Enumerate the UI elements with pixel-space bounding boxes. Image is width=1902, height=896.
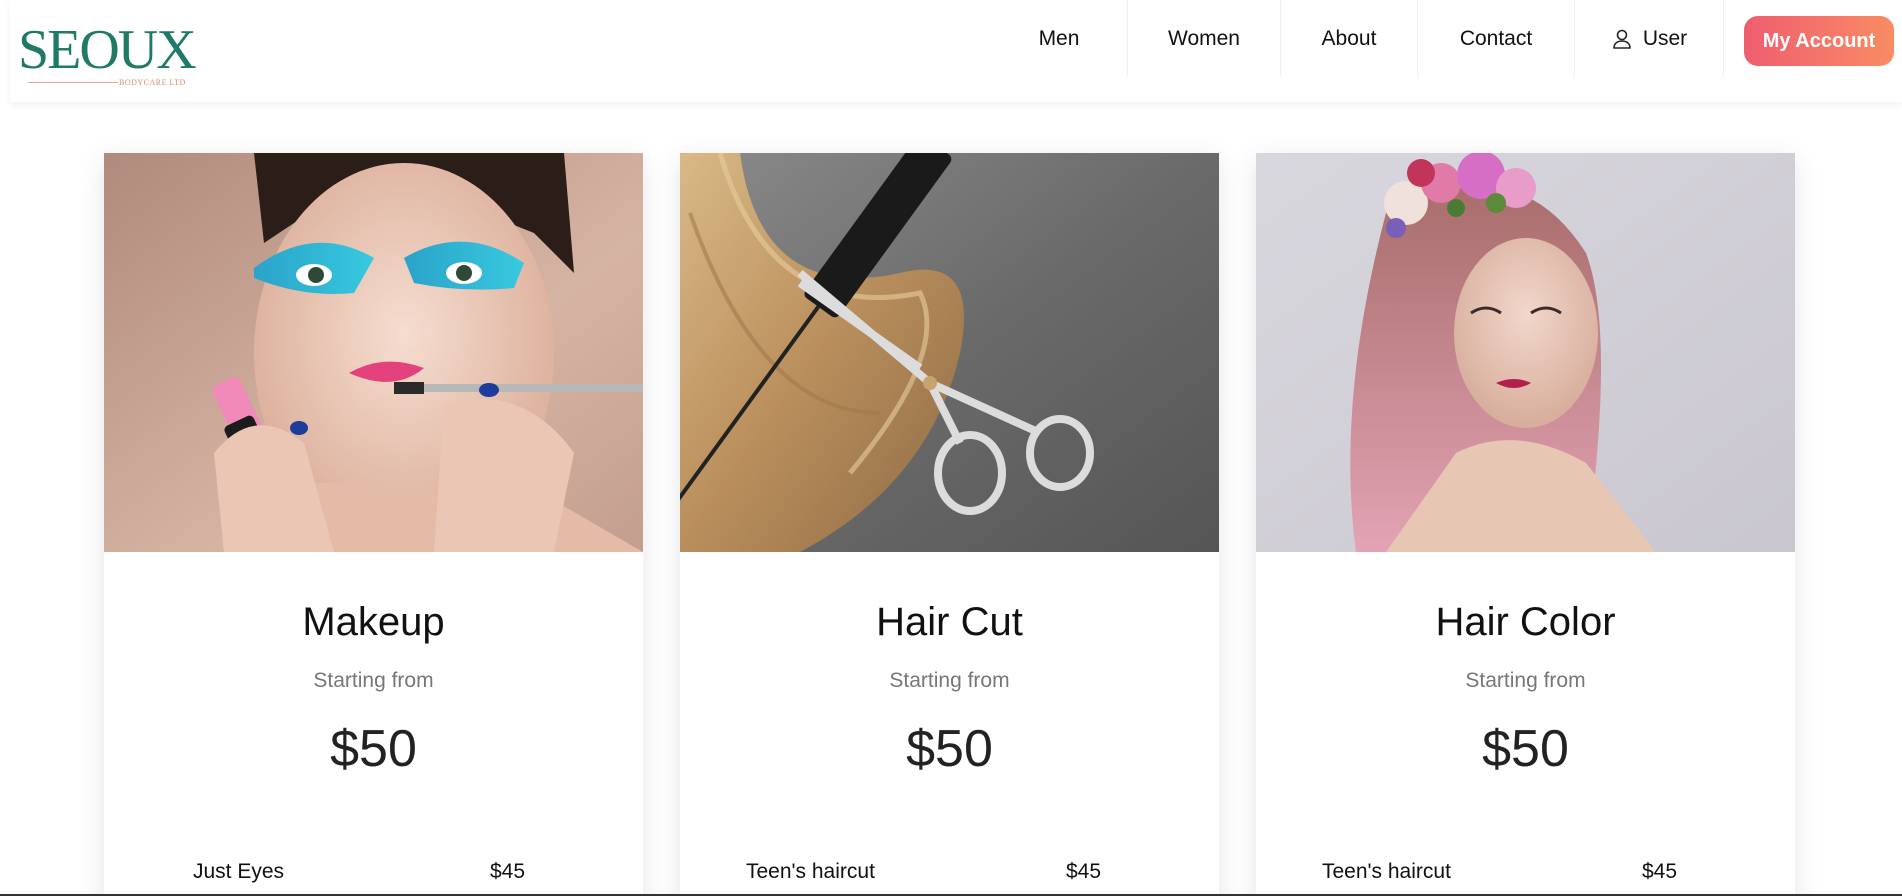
card-title: Hair Color: [1435, 600, 1616, 644]
logo-divider: [28, 82, 118, 83]
card-subtitle: Starting from: [313, 669, 434, 692]
item-name: Teen's haircut: [746, 860, 875, 883]
card-title: Makeup: [302, 600, 445, 644]
nav-item-women[interactable]: Women: [1128, 0, 1281, 78]
card-title: Hair Cut: [876, 600, 1023, 644]
card-subtitle: Starting from: [889, 669, 1010, 692]
card-price: $50: [330, 720, 417, 778]
item-price: $45: [1642, 860, 1678, 883]
page: SEOUX BODYCARE LTD Men Women About Conta…: [0, 0, 1902, 896]
site-header: SEOUX BODYCARE LTD Men Women About Conta…: [10, 0, 1902, 102]
item-price: $45: [490, 860, 526, 883]
brand-logo[interactable]: SEOUX BODYCARE LTD: [18, 22, 208, 90]
haircut-image: [680, 153, 1219, 552]
account-wrap: My Account: [1724, 0, 1902, 78]
user-icon: [1611, 28, 1633, 50]
card-price: $50: [1482, 720, 1569, 778]
item-name: Just Eyes: [193, 860, 285, 883]
item-price: $45: [1066, 860, 1102, 883]
item-name: Teen's haircut: [1322, 860, 1451, 883]
service-card-haircut[interactable]: Hair Cut Starting from $50 Teen's haircu…: [680, 153, 1219, 896]
nav-item-men[interactable]: Men: [991, 0, 1128, 78]
brand-name: SEOUX: [18, 19, 197, 81]
nav-item-about[interactable]: About: [1281, 0, 1418, 78]
service-card-makeup[interactable]: Makeup Starting from $50 Just Eyes $45: [104, 153, 643, 896]
card-price: $50: [906, 720, 993, 778]
main-nav: Men Women About Contact User My Account: [991, 0, 1902, 78]
service-card-haircolor[interactable]: Hair Color Starting from $50 Teen's hair…: [1256, 153, 1795, 896]
makeup-image: [104, 153, 643, 552]
user-label: User: [1642, 27, 1688, 50]
haircolor-image: [1256, 153, 1795, 552]
card-subtitle: Starting from: [1465, 669, 1586, 692]
brand-tagline: BODYCARE LTD: [119, 78, 186, 87]
nav-item-contact[interactable]: Contact: [1418, 0, 1575, 78]
nav-item-user[interactable]: User: [1575, 0, 1724, 78]
my-account-button[interactable]: My Account: [1744, 16, 1894, 66]
